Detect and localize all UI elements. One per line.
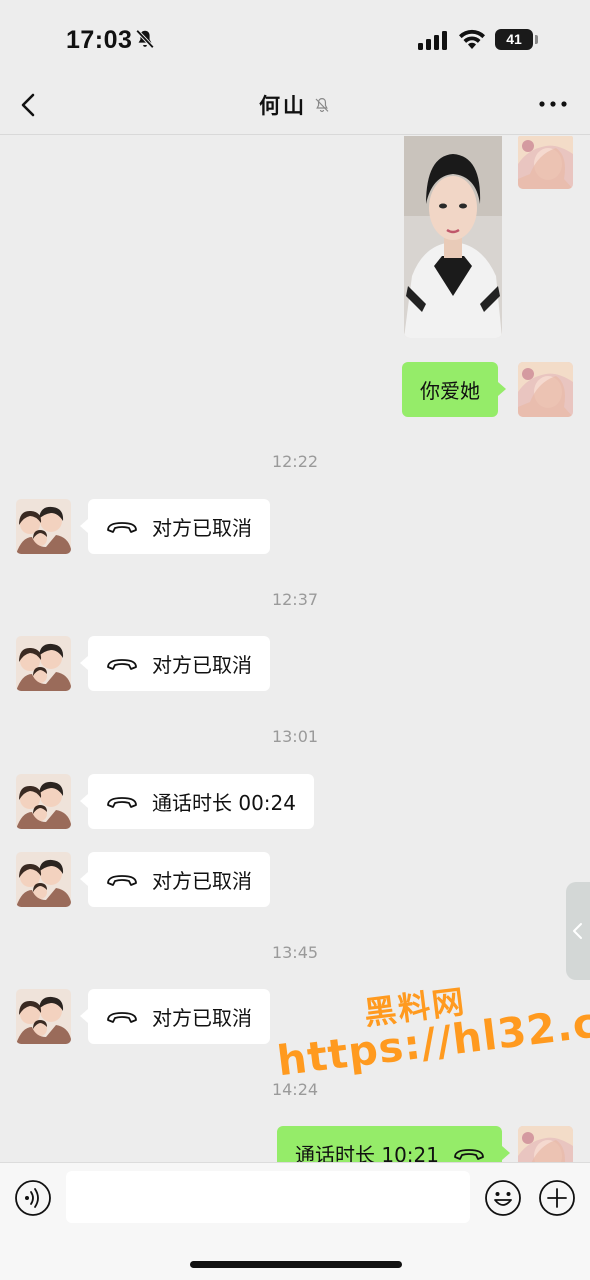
- chat-title-container: 何山: [0, 90, 590, 120]
- call-duration-text: 通话时长 00:24: [152, 791, 296, 815]
- cellular-signal-icon: [418, 31, 447, 50]
- hang-up-phone-icon: [107, 796, 137, 808]
- hang-up-phone-icon: [107, 874, 137, 886]
- message-input[interactable]: [66, 1171, 470, 1223]
- my-avatar-image: [518, 1126, 573, 1162]
- hang-up-phone-icon: [107, 521, 137, 533]
- message-list[interactable]: 你爱她 12:22 对方已取消 12:37 对方已取消 13:01 通话时长 0…: [0, 136, 590, 1162]
- call-record-bubble[interactable]: 对方已取消: [80, 636, 270, 691]
- more-dots-icon[interactable]: [538, 96, 568, 112]
- message-timestamp: 12:37: [271, 590, 319, 609]
- hang-up-phone-icon: [107, 1011, 137, 1023]
- voice-icon[interactable]: [14, 1179, 52, 1217]
- call-status-text: 对方已取消: [152, 1006, 252, 1030]
- selfie-photo: [404, 136, 502, 338]
- contact-avatar-image: [16, 774, 71, 829]
- message-timestamp: 13:01: [271, 727, 319, 746]
- contact-avatar-image: [16, 499, 71, 554]
- contact-avatar[interactable]: [16, 989, 71, 1044]
- status-time: 17:03: [66, 26, 133, 54]
- message-text: 你爱她: [420, 379, 480, 403]
- battery-indicator: 41: [495, 29, 533, 50]
- contact-avatar[interactable]: [16, 636, 71, 691]
- wifi-icon: [459, 29, 485, 49]
- contact-avatar[interactable]: [16, 499, 71, 554]
- bell-slash-icon: [135, 29, 155, 49]
- call-status-text: 对方已取消: [152, 653, 252, 677]
- home-indicator[interactable]: [190, 1261, 402, 1268]
- contact-avatar[interactable]: [16, 774, 71, 829]
- message-timestamp: 12:22: [271, 452, 319, 471]
- my-avatar-image: [518, 136, 573, 189]
- contact-avatar-image: [16, 636, 71, 691]
- floating-side-handle[interactable]: [566, 882, 590, 980]
- bell-slash-icon: [315, 98, 329, 112]
- call-status-text: 对方已取消: [152, 516, 252, 540]
- photo-message[interactable]: [404, 136, 502, 338]
- hang-up-phone-icon: [107, 658, 137, 670]
- call-record-bubble[interactable]: 对方已取消: [80, 989, 270, 1044]
- battery-tip: [535, 35, 538, 44]
- message-timestamp: 13:45: [271, 943, 319, 962]
- call-duration-text: 通话时长 10:21: [295, 1143, 439, 1162]
- call-record-bubble[interactable]: 通话时长 10:21: [277, 1126, 510, 1162]
- status-bar: 17:03 41: [0, 0, 590, 80]
- contact-avatar-image: [16, 989, 71, 1044]
- my-avatar-image: [518, 362, 573, 417]
- call-record-bubble[interactable]: 对方已取消: [80, 499, 270, 554]
- plus-icon[interactable]: [538, 1179, 576, 1217]
- chevron-left-icon: [573, 923, 582, 939]
- contact-avatar[interactable]: [16, 852, 71, 907]
- my-avatar[interactable]: [518, 362, 573, 417]
- contact-avatar-image: [16, 852, 71, 907]
- my-avatar[interactable]: [518, 1126, 573, 1162]
- emoji-icon[interactable]: [484, 1179, 522, 1217]
- hang-up-phone-icon: [454, 1148, 484, 1160]
- call-record-bubble[interactable]: 通话时长 00:24: [80, 774, 314, 829]
- my-avatar[interactable]: [518, 136, 573, 189]
- call-status-text: 对方已取消: [152, 869, 252, 893]
- chat-title: 何山: [259, 94, 307, 118]
- message-timestamp: 14:24: [271, 1080, 319, 1099]
- chat-header: 何山: [0, 80, 590, 135]
- sent-text-bubble[interactable]: 你爱她: [402, 362, 506, 417]
- call-record-bubble[interactable]: 对方已取消: [80, 852, 270, 907]
